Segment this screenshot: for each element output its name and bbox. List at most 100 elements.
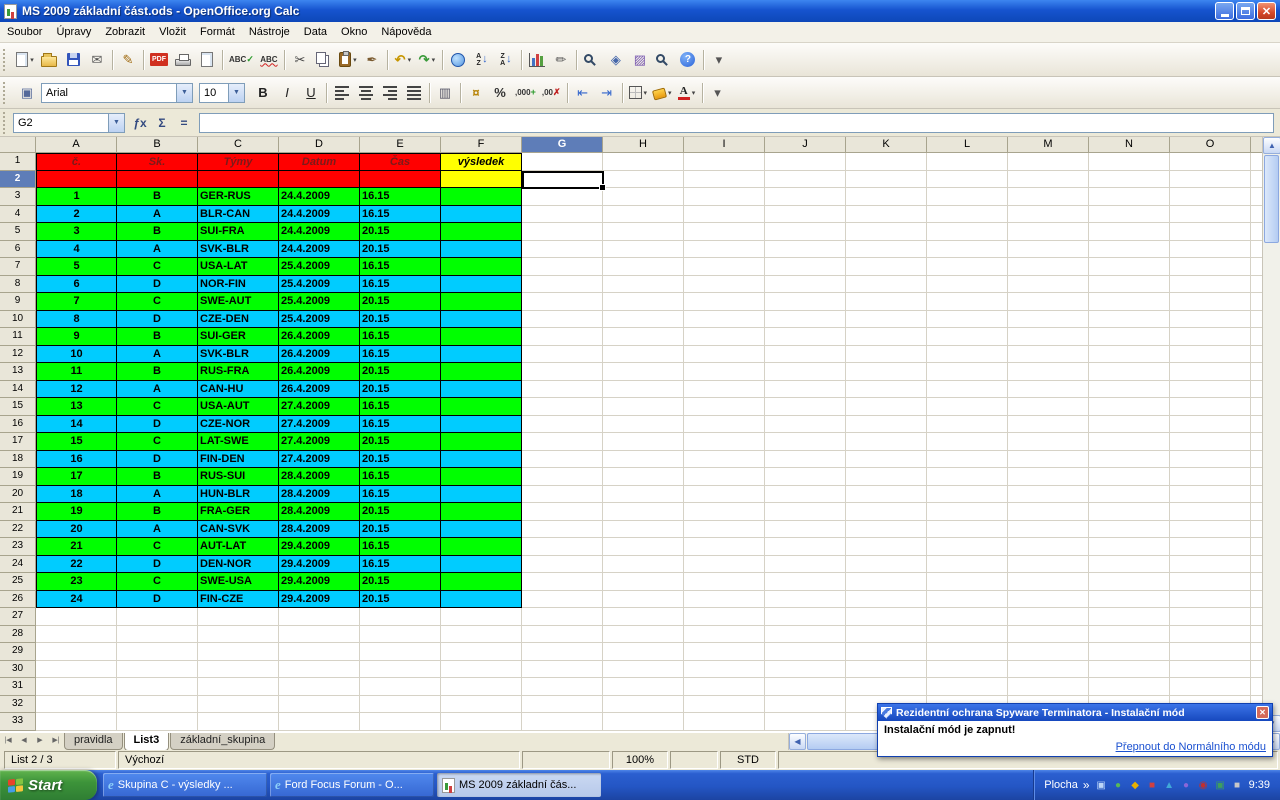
cell-O21[interactable] [1170,503,1251,521]
cell-A22[interactable]: 20 [36,521,117,539]
cell-M18[interactable] [1008,451,1089,469]
cell-N28[interactable] [1089,626,1170,644]
cell-B33[interactable] [117,713,198,731]
delete-decimal-place-button[interactable]: ,00✗ [539,81,564,105]
cell-G16[interactable] [522,416,603,434]
cell-E6[interactable]: 20.15 [360,241,441,259]
cell-C27[interactable] [198,608,279,626]
cell-K16[interactable] [846,416,927,434]
cell-B18[interactable]: D [117,451,198,469]
cell-M30[interactable] [1008,661,1089,679]
cell-G33[interactable] [522,713,603,731]
cell-A14[interactable]: 12 [36,381,117,399]
cell-B32[interactable] [117,696,198,714]
cell-N19[interactable] [1089,468,1170,486]
cell-N11[interactable] [1089,328,1170,346]
cell-F4[interactable] [441,206,522,224]
cell-M29[interactable] [1008,643,1089,661]
font-name-combobox[interactable]: Arial ▼ [41,83,193,103]
cell-G25[interactable] [522,573,603,591]
cell-H29[interactable] [603,643,684,661]
cell-H18[interactable] [603,451,684,469]
cell-B30[interactable] [117,661,198,679]
cell-N30[interactable] [1089,661,1170,679]
cell-I26[interactable] [684,591,765,609]
cell-A2[interactable] [36,171,117,189]
cell-K27[interactable] [846,608,927,626]
cell-L21[interactable] [927,503,1008,521]
cell-O20[interactable] [1170,486,1251,504]
cell-J18[interactable] [765,451,846,469]
hyperlink-button[interactable] [446,48,470,72]
cell-H3[interactable] [603,188,684,206]
cell-J12[interactable] [765,346,846,364]
cell-L5[interactable] [927,223,1008,241]
add-decimal-place-button[interactable]: ,000+ [512,81,539,105]
cell-K10[interactable] [846,311,927,329]
cell-J19[interactable] [765,468,846,486]
cell-J23[interactable] [765,538,846,556]
cell-C13[interactable]: RUS-FRA [198,363,279,381]
cell-K9[interactable] [846,293,927,311]
cell-B26[interactable]: D [117,591,198,609]
cell-F5[interactable] [441,223,522,241]
cell-L16[interactable] [927,416,1008,434]
cell-H9[interactable] [603,293,684,311]
cell-K30[interactable] [846,661,927,679]
cell-C22[interactable]: CAN-SVK [198,521,279,539]
tray-icon-6[interactable]: ● [1180,779,1193,792]
cell-G10[interactable] [522,311,603,329]
cell-A30[interactable] [36,661,117,679]
cell-C7[interactable]: USA-LAT [198,258,279,276]
cell-G22[interactable] [522,521,603,539]
row-header-22[interactable]: 22 [0,521,36,539]
row-header-26[interactable]: 26 [0,591,36,609]
cell-H11[interactable] [603,328,684,346]
cell-I2[interactable] [684,171,765,189]
column-header-J[interactable]: J [765,137,846,153]
cell-E14[interactable]: 20.15 [360,381,441,399]
align-left-button[interactable] [330,81,354,105]
sheet-tab-pravidla[interactable]: pravidla [64,733,123,750]
cell-K17[interactable] [846,433,927,451]
cell-F27[interactable] [441,608,522,626]
menu-data[interactable]: Data [297,23,334,41]
cell-D18[interactable]: 27.4.2009 [279,451,360,469]
chevron-down-icon[interactable]: ▾ [692,89,696,97]
align-right-button[interactable] [378,81,402,105]
cell-B8[interactable]: D [117,276,198,294]
sheet-nav-button-2[interactable]: ◀ [16,733,32,749]
cell-M7[interactable] [1008,258,1089,276]
grid-corner[interactable] [0,137,36,153]
cell-M8[interactable] [1008,276,1089,294]
sort-descending-button[interactable]: ZA↓ [494,48,518,72]
cell-F13[interactable] [441,363,522,381]
cell-O6[interactable] [1170,241,1251,259]
cell-L12[interactable] [927,346,1008,364]
cell-O2[interactable] [1170,171,1251,189]
cell-F16[interactable] [441,416,522,434]
notification-close-icon[interactable]: ✕ [1256,706,1269,719]
column-header-F[interactable]: F [441,137,522,153]
cell-D33[interactable] [279,713,360,731]
cell-E5[interactable]: 20.15 [360,223,441,241]
cell-A11[interactable]: 9 [36,328,117,346]
cell-N24[interactable] [1089,556,1170,574]
cell-N9[interactable] [1089,293,1170,311]
cell-I14[interactable] [684,381,765,399]
row-header-21[interactable]: 21 [0,503,36,521]
cell-H17[interactable] [603,433,684,451]
cell-D23[interactable]: 29.4.2009 [279,538,360,556]
cell-G29[interactable] [522,643,603,661]
cell-B27[interactable] [117,608,198,626]
column-header-A[interactable]: A [36,137,117,153]
cell-D17[interactable]: 27.4.2009 [279,433,360,451]
cell-L7[interactable] [927,258,1008,276]
row-header-29[interactable]: 29 [0,643,36,661]
cell-G18[interactable] [522,451,603,469]
column-header-C[interactable]: C [198,137,279,153]
background-color-button[interactable]: ▾ [650,81,675,105]
cell-N25[interactable] [1089,573,1170,591]
cell-G3[interactable] [522,188,603,206]
cell-I24[interactable] [684,556,765,574]
